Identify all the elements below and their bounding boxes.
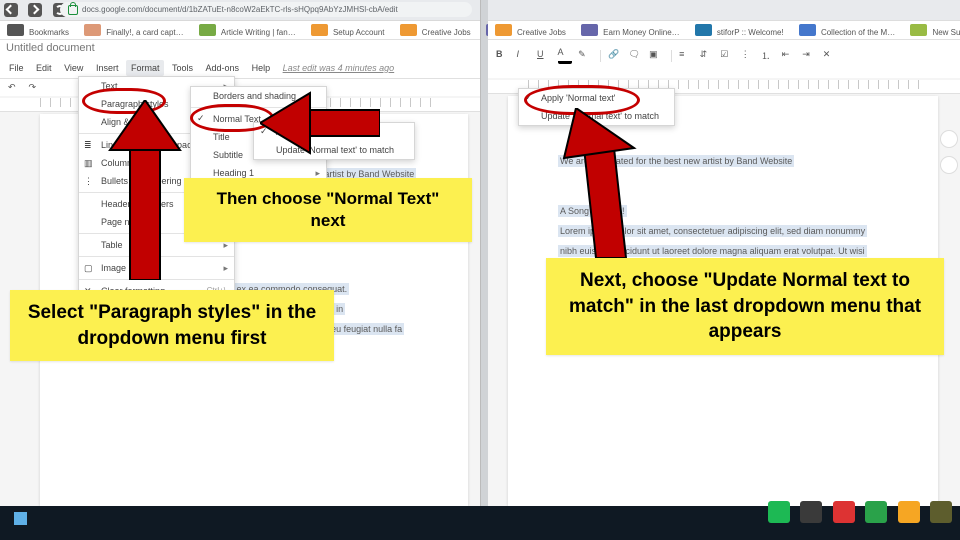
menu-format[interactable]: Format bbox=[126, 60, 165, 76]
bold-icon[interactable]: B bbox=[496, 49, 510, 63]
clear-format-icon[interactable]: ✕ bbox=[823, 49, 837, 63]
callout-normal-text: Then choose "Normal Text" next bbox=[184, 178, 472, 242]
bookmark-item[interactable]: New Subscriber | Al… bbox=[907, 21, 960, 37]
submenu-item-apply-normal[interactable]: Apply 'Normal text' bbox=[519, 89, 674, 107]
doc-text: We are nominated for the best new artist… bbox=[558, 155, 794, 167]
redo-icon[interactable]: ↷ bbox=[29, 82, 43, 96]
calendar-icon[interactable] bbox=[940, 130, 958, 148]
underline-icon[interactable]: U bbox=[537, 49, 551, 63]
italic-icon[interactable]: I bbox=[517, 49, 531, 63]
line-spacing-icon[interactable]: ⇵ bbox=[700, 49, 714, 63]
spotify-icon[interactable] bbox=[768, 501, 790, 523]
menu-item-image[interactable]: ▢Image▸ bbox=[79, 259, 234, 277]
bookmark-item[interactable]: Creative Jobs bbox=[492, 21, 576, 37]
menu-file[interactable]: File bbox=[4, 60, 29, 76]
highlight-icon[interactable]: ✎ bbox=[578, 49, 592, 63]
bookmark-item[interactable]: Bookmarks bbox=[4, 21, 79, 37]
screenshot-left: docs.google.com/document/d/1bZATuEt-n8co… bbox=[0, 0, 481, 506]
number-list-icon[interactable]: ⒈ bbox=[761, 49, 775, 63]
normal-text-submenu: Apply 'Normal text' Update 'Normal text'… bbox=[518, 88, 675, 126]
checklist-icon[interactable]: ☑ bbox=[720, 49, 734, 63]
indent-icon[interactable]: ⇥ bbox=[802, 49, 816, 63]
image-icon: ▢ bbox=[84, 263, 95, 274]
undo-icon[interactable]: ↶ bbox=[8, 82, 22, 96]
menu-help[interactable]: Help bbox=[247, 60, 276, 76]
submenu-item-update-normal[interactable]: Update 'Normal text' to match bbox=[254, 141, 414, 159]
url-bar[interactable]: docs.google.com/document/d/1bZATuEt-n8co… bbox=[60, 2, 472, 17]
bookmarks-bar: Creative Jobs Earn Money Online… stiforP… bbox=[488, 21, 960, 40]
url-text: docs.google.com/document/d/1bZATuEt-n8co… bbox=[82, 5, 398, 14]
keep-icon[interactable] bbox=[940, 156, 958, 174]
menu-edit[interactable]: Edit bbox=[31, 60, 57, 76]
system-tray bbox=[754, 496, 960, 540]
forward-icon[interactable] bbox=[28, 3, 42, 17]
bookmark-item[interactable]: Earn Money Online… bbox=[578, 21, 689, 37]
normal-text-submenu: Apply 'Normal text' Update 'Normal text'… bbox=[253, 122, 415, 160]
browser-chrome: docs.google.com/document/d/1bZATuEt-n8co… bbox=[0, 0, 480, 21]
bookmark-item[interactable]: Creative Jobs bbox=[397, 21, 481, 37]
bookmark-item[interactable]: Setup Account bbox=[308, 21, 395, 37]
last-edit-hint[interactable]: Last edit was 4 minutes ago bbox=[278, 60, 400, 76]
taskbar bbox=[0, 506, 960, 540]
bookmark-item[interactable]: Article Writing | fan… bbox=[196, 21, 306, 37]
comment-icon[interactable]: 🗨 bbox=[629, 49, 643, 63]
columns-icon: ▥ bbox=[84, 158, 95, 169]
back-icon[interactable] bbox=[4, 3, 18, 17]
menu-view[interactable]: View bbox=[59, 60, 88, 76]
bookmark-item[interactable]: stiforP :: Welcome! bbox=[692, 21, 794, 37]
tray-icon[interactable] bbox=[833, 501, 855, 523]
windows-start-icon[interactable] bbox=[8, 506, 38, 536]
bookmark-item[interactable]: Collection of the M… bbox=[796, 21, 905, 37]
print-icon[interactable] bbox=[49, 82, 63, 96]
menu-insert[interactable]: Insert bbox=[91, 60, 124, 76]
callout-paragraph-styles: Select "Paragraph styles" in the dropdow… bbox=[10, 290, 334, 361]
tray-icon[interactable] bbox=[930, 501, 952, 523]
tray-icon[interactable] bbox=[800, 501, 822, 523]
doc-text: A Song For you! bbox=[558, 205, 627, 217]
link-icon[interactable]: 🔗 bbox=[608, 49, 622, 63]
submenu-item-apply-normal[interactable]: Apply 'Normal text' bbox=[254, 123, 414, 141]
tray-icon[interactable] bbox=[865, 501, 887, 523]
lock-icon bbox=[68, 5, 78, 15]
menu-bar: File Edit View Insert Format Tools Add-o… bbox=[0, 60, 480, 79]
submenu-item-borders-shading[interactable]: Borders and shading bbox=[191, 87, 326, 105]
bookmark-item[interactable]: Finally!, a card capt… bbox=[81, 21, 193, 37]
align-left-icon[interactable]: ≡ bbox=[679, 49, 693, 63]
menu-tools[interactable]: Tools bbox=[167, 60, 198, 76]
document-title[interactable]: Untitled document bbox=[0, 40, 480, 60]
tray-icon[interactable] bbox=[898, 501, 920, 523]
menu-addons[interactable]: Add-ons bbox=[201, 60, 245, 76]
doc-text: Lorem ipsum dolor sit amet, consectetuer… bbox=[558, 225, 867, 237]
submenu-item-update-normal[interactable]: Update 'Normal text' to match bbox=[519, 107, 674, 125]
bookmarks-bar: Bookmarks Finally!, a card capt… Article… bbox=[0, 21, 480, 40]
outdent-icon[interactable]: ⇤ bbox=[782, 49, 796, 63]
text-color-icon[interactable]: A bbox=[558, 47, 572, 64]
bullet-list-icon[interactable]: ⋮ bbox=[741, 49, 755, 63]
callout-update-normal: Next, choose "Update Normal text to matc… bbox=[546, 258, 944, 355]
screenshot-right: Creative Jobs Earn Money Online… stiforP… bbox=[488, 0, 960, 506]
doc-text: nibh euismod tincidunt ut laoreet dolore… bbox=[558, 245, 867, 257]
image-insert-icon[interactable]: ▣ bbox=[649, 49, 663, 63]
line-spacing-icon: ≣ bbox=[84, 140, 95, 151]
side-panel-buttons bbox=[940, 130, 958, 182]
bullets-icon: ⋮ bbox=[84, 176, 95, 187]
